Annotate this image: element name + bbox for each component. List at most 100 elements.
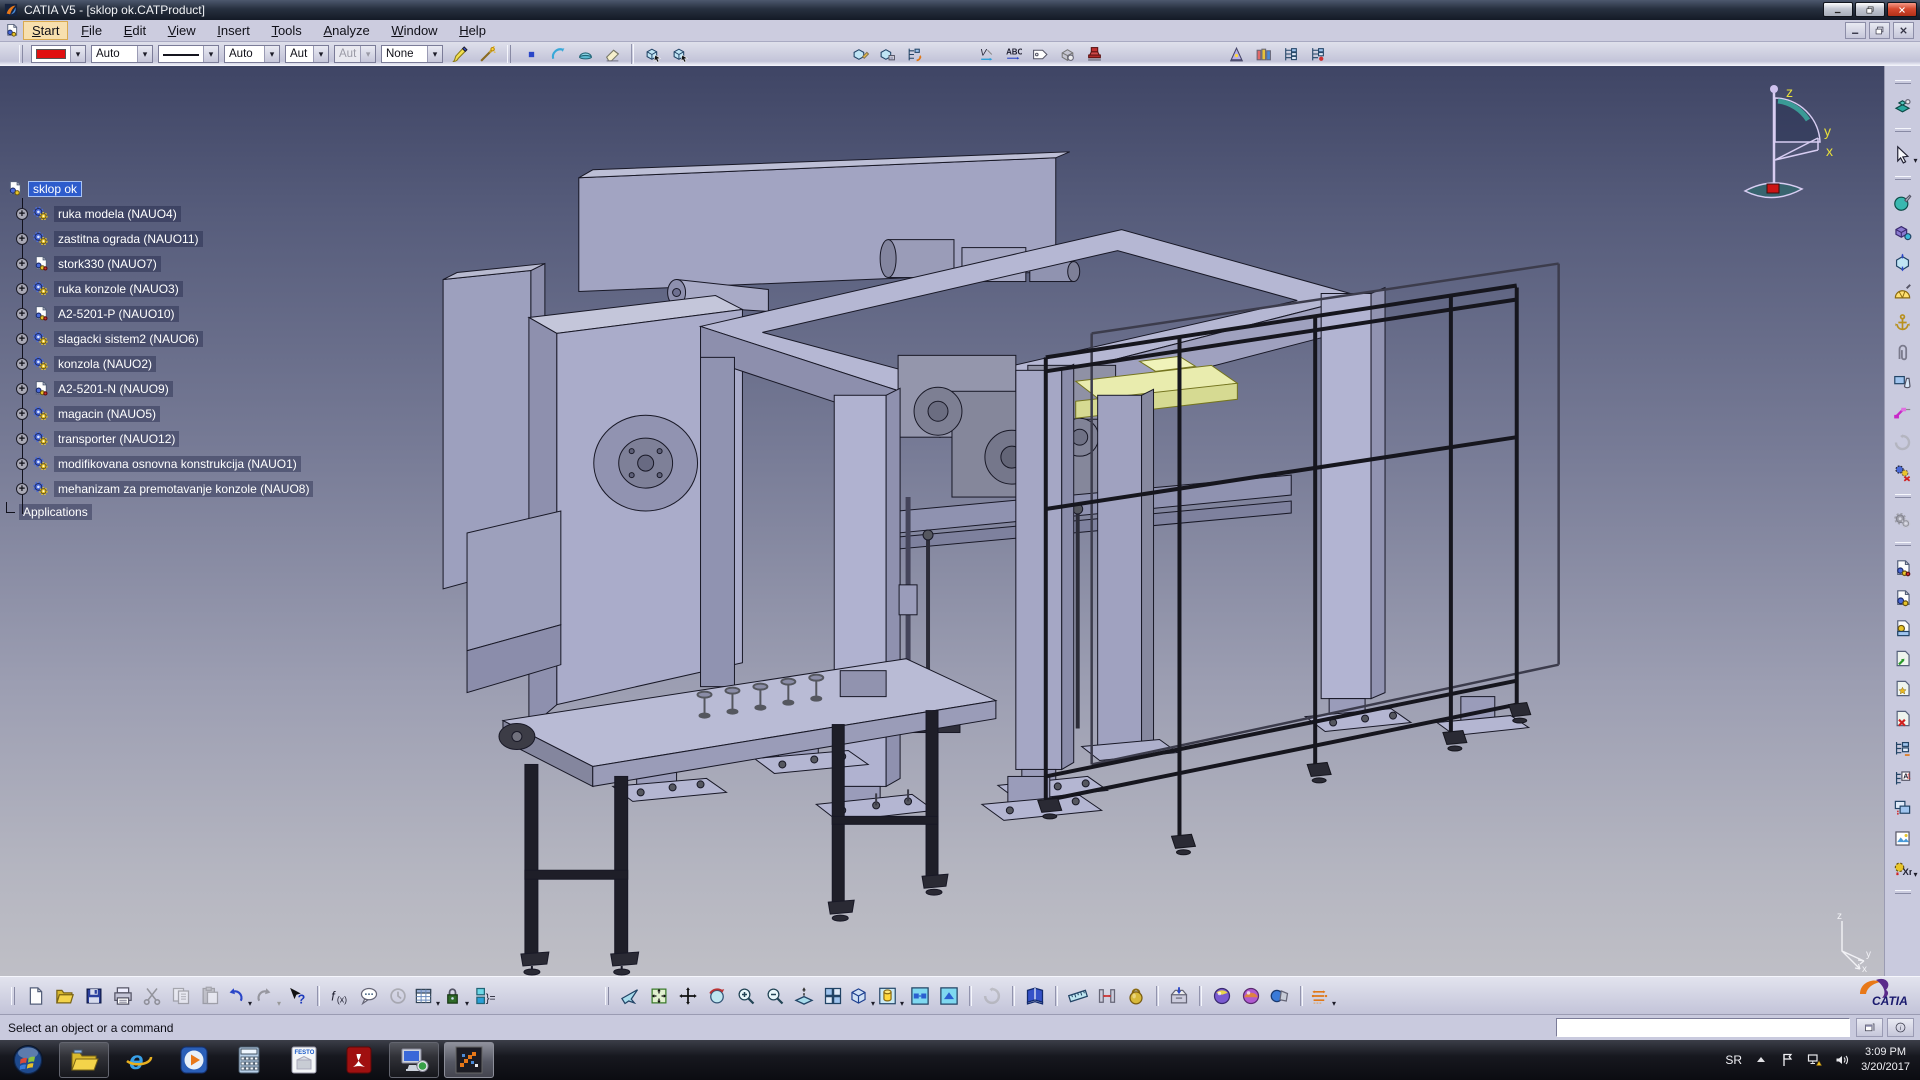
existing-component-positioned-button[interactable]	[1890, 676, 1916, 700]
tree-item-applications[interactable]: Applications	[6, 501, 336, 523]
comment-button[interactable]	[356, 983, 382, 1009]
design-table-button[interactable]	[414, 983, 440, 1009]
chevron-down-icon[interactable]: ▾	[427, 46, 442, 62]
info-button[interactable]	[1887, 1018, 1914, 1037]
tree-label[interactable]: A2-5201-N (NAUO9)	[54, 381, 173, 397]
close-button[interactable]	[1887, 2, 1917, 17]
menu-item[interactable]: Help	[450, 21, 495, 40]
normal-view-button[interactable]	[791, 983, 817, 1009]
flask-panel-icon[interactable]	[1890, 370, 1916, 394]
3d-viewport[interactable]: sklop ok + ruka modela (NAUO4) + zastitn…	[0, 66, 1884, 976]
chevron-down-icon[interactable]: ▾	[313, 46, 328, 62]
tree-item[interactable]: + ruka modela (NAUO4)	[6, 201, 336, 226]
language-indicator[interactable]: SR	[1725, 1053, 1742, 1067]
tree-item[interactable]: + modifikovana osnovna konstrukcija (NAU…	[6, 451, 336, 476]
formula-button[interactable]	[327, 983, 353, 1009]
new-component-button[interactable]	[1890, 616, 1916, 640]
fit-all-in-button[interactable]	[646, 983, 672, 1009]
menu-item[interactable]: Analyze	[314, 21, 378, 40]
tree-label[interactable]: konzola (NAUO2)	[54, 356, 156, 372]
expand-icon[interactable]: +	[16, 433, 28, 445]
expand-icon[interactable]: +	[16, 408, 28, 420]
abc-annotation-icon[interactable]	[1001, 43, 1025, 65]
multi-view-button[interactable]	[820, 983, 846, 1009]
chevron-down-icon[interactable]: ▾	[70, 46, 85, 62]
point-symbol-combo[interactable]: Aut ▾	[285, 45, 329, 63]
iso-view-button[interactable]	[849, 983, 875, 1009]
new-product-button[interactable]	[1890, 586, 1916, 610]
layer-combo[interactable]: None ▾	[381, 45, 443, 63]
expand-icon[interactable]: +	[16, 358, 28, 370]
tree-label[interactable]: Applications	[19, 504, 92, 520]
tree-label[interactable]: magacin (NAUO5)	[54, 406, 160, 422]
chevron-down-icon[interactable]: ▾	[264, 46, 279, 62]
catalog-button[interactable]	[1022, 983, 1048, 1009]
taskbar-adobe-reader[interactable]	[334, 1042, 384, 1078]
tree-item[interactable]: + ruka konzole (NAUO3)	[6, 276, 336, 301]
taskbar-catia[interactable]	[444, 1042, 494, 1078]
chevron-down-icon[interactable]: ▾	[137, 46, 152, 62]
render-material-button[interactable]	[1238, 983, 1264, 1009]
paperclip-icon[interactable]	[1890, 340, 1916, 364]
snap-grid-button[interactable]	[1310, 983, 1336, 1009]
open-button[interactable]	[52, 983, 78, 1009]
measure-between-button[interactable]	[1094, 983, 1120, 1009]
line-weight-combo[interactable]: Auto ▾	[224, 45, 280, 63]
paste-button[interactable]	[197, 983, 223, 1009]
show-hidden-icons-button[interactable]	[1753, 1052, 1769, 1068]
cube-arrows-icon[interactable]	[1890, 250, 1916, 274]
clock[interactable]: 3:09 PM 3/20/2017	[1861, 1045, 1910, 1075]
zoom-out-button[interactable]	[762, 983, 788, 1009]
multi-instantiation-button[interactable]	[1890, 856, 1916, 880]
tree-label[interactable]: A2-5201-P (NAUO10)	[54, 306, 179, 322]
taskbar-festo[interactable]: FESTO	[279, 1042, 329, 1078]
zoom-in-button[interactable]	[733, 983, 759, 1009]
expand-icon[interactable]: +	[16, 383, 28, 395]
tree-label[interactable]: ruka modela (NAUO4)	[54, 206, 181, 222]
new-document-button[interactable]	[23, 983, 49, 1009]
redo-button[interactable]	[255, 983, 281, 1009]
purple-cube-icon[interactable]	[1890, 220, 1916, 244]
render-style-button[interactable]	[878, 983, 904, 1009]
expand-icon[interactable]: +	[16, 308, 28, 320]
toolbar-handle[interactable]	[1895, 542, 1911, 546]
speaker-icon[interactable]	[1834, 1052, 1850, 1068]
pan-button[interactable]	[675, 983, 701, 1009]
tree-label[interactable]: zastitna ograda (NAUO11)	[54, 231, 203, 247]
print-button[interactable]	[110, 983, 136, 1009]
menu-item[interactable]: File	[72, 21, 111, 40]
hide-show-button[interactable]	[907, 983, 933, 1009]
replace-component-button[interactable]	[1890, 706, 1916, 730]
blue-dot-icon[interactable]	[519, 43, 543, 65]
tree-label[interactable]: slagacki sistem2 (NAUO6)	[54, 331, 203, 347]
menu-item[interactable]: View	[159, 21, 205, 40]
select-box-alt-icon[interactable]	[668, 43, 692, 65]
tree-item[interactable]: + A2-5201-P (NAUO10)	[6, 301, 336, 326]
restore-button[interactable]	[1855, 2, 1885, 17]
tree-item[interactable]: + slagacki sistem2 (NAUO6)	[6, 326, 336, 351]
expand-icon[interactable]: +	[16, 233, 28, 245]
line-type-combo[interactable]: ▾	[158, 45, 219, 63]
component-edit-icon[interactable]	[875, 43, 899, 65]
gears-x-icon[interactable]	[1890, 460, 1916, 484]
copy-properties-wand-icon[interactable]	[475, 43, 499, 65]
network-warning-icon[interactable]	[1807, 1052, 1823, 1068]
tree-item[interactable]: + A2-5201-N (NAUO9)	[6, 376, 336, 401]
protractor-icon[interactable]	[1890, 280, 1916, 304]
minimize-button[interactable]	[1823, 2, 1853, 17]
tree-root-label[interactable]: sklop ok	[28, 181, 82, 197]
tree-label[interactable]: ruka konzole (NAUO3)	[54, 281, 183, 297]
chevron-down-icon[interactable]: ▾	[203, 46, 218, 62]
sectioning-button[interactable]	[1166, 983, 1192, 1009]
expand-icon[interactable]: +	[16, 483, 28, 495]
menu-item[interactable]: Insert	[208, 21, 259, 40]
tree-root[interactable]: sklop ok	[6, 176, 336, 201]
history-button[interactable]	[385, 983, 411, 1009]
select-box-icon[interactable]	[641, 43, 665, 65]
tree-label[interactable]: stork330 (NAUO7)	[54, 256, 161, 272]
tree-item[interactable]: + transporter (NAUO12)	[6, 426, 336, 451]
toolbar-handle[interactable]	[19, 45, 23, 63]
tree-label[interactable]: modifikovana osnovna konstrukcija (NAUO1…	[54, 456, 301, 472]
stamp-icon[interactable]	[1082, 43, 1106, 65]
tree-item[interactable]: + magacin (NAUO5)	[6, 401, 336, 426]
